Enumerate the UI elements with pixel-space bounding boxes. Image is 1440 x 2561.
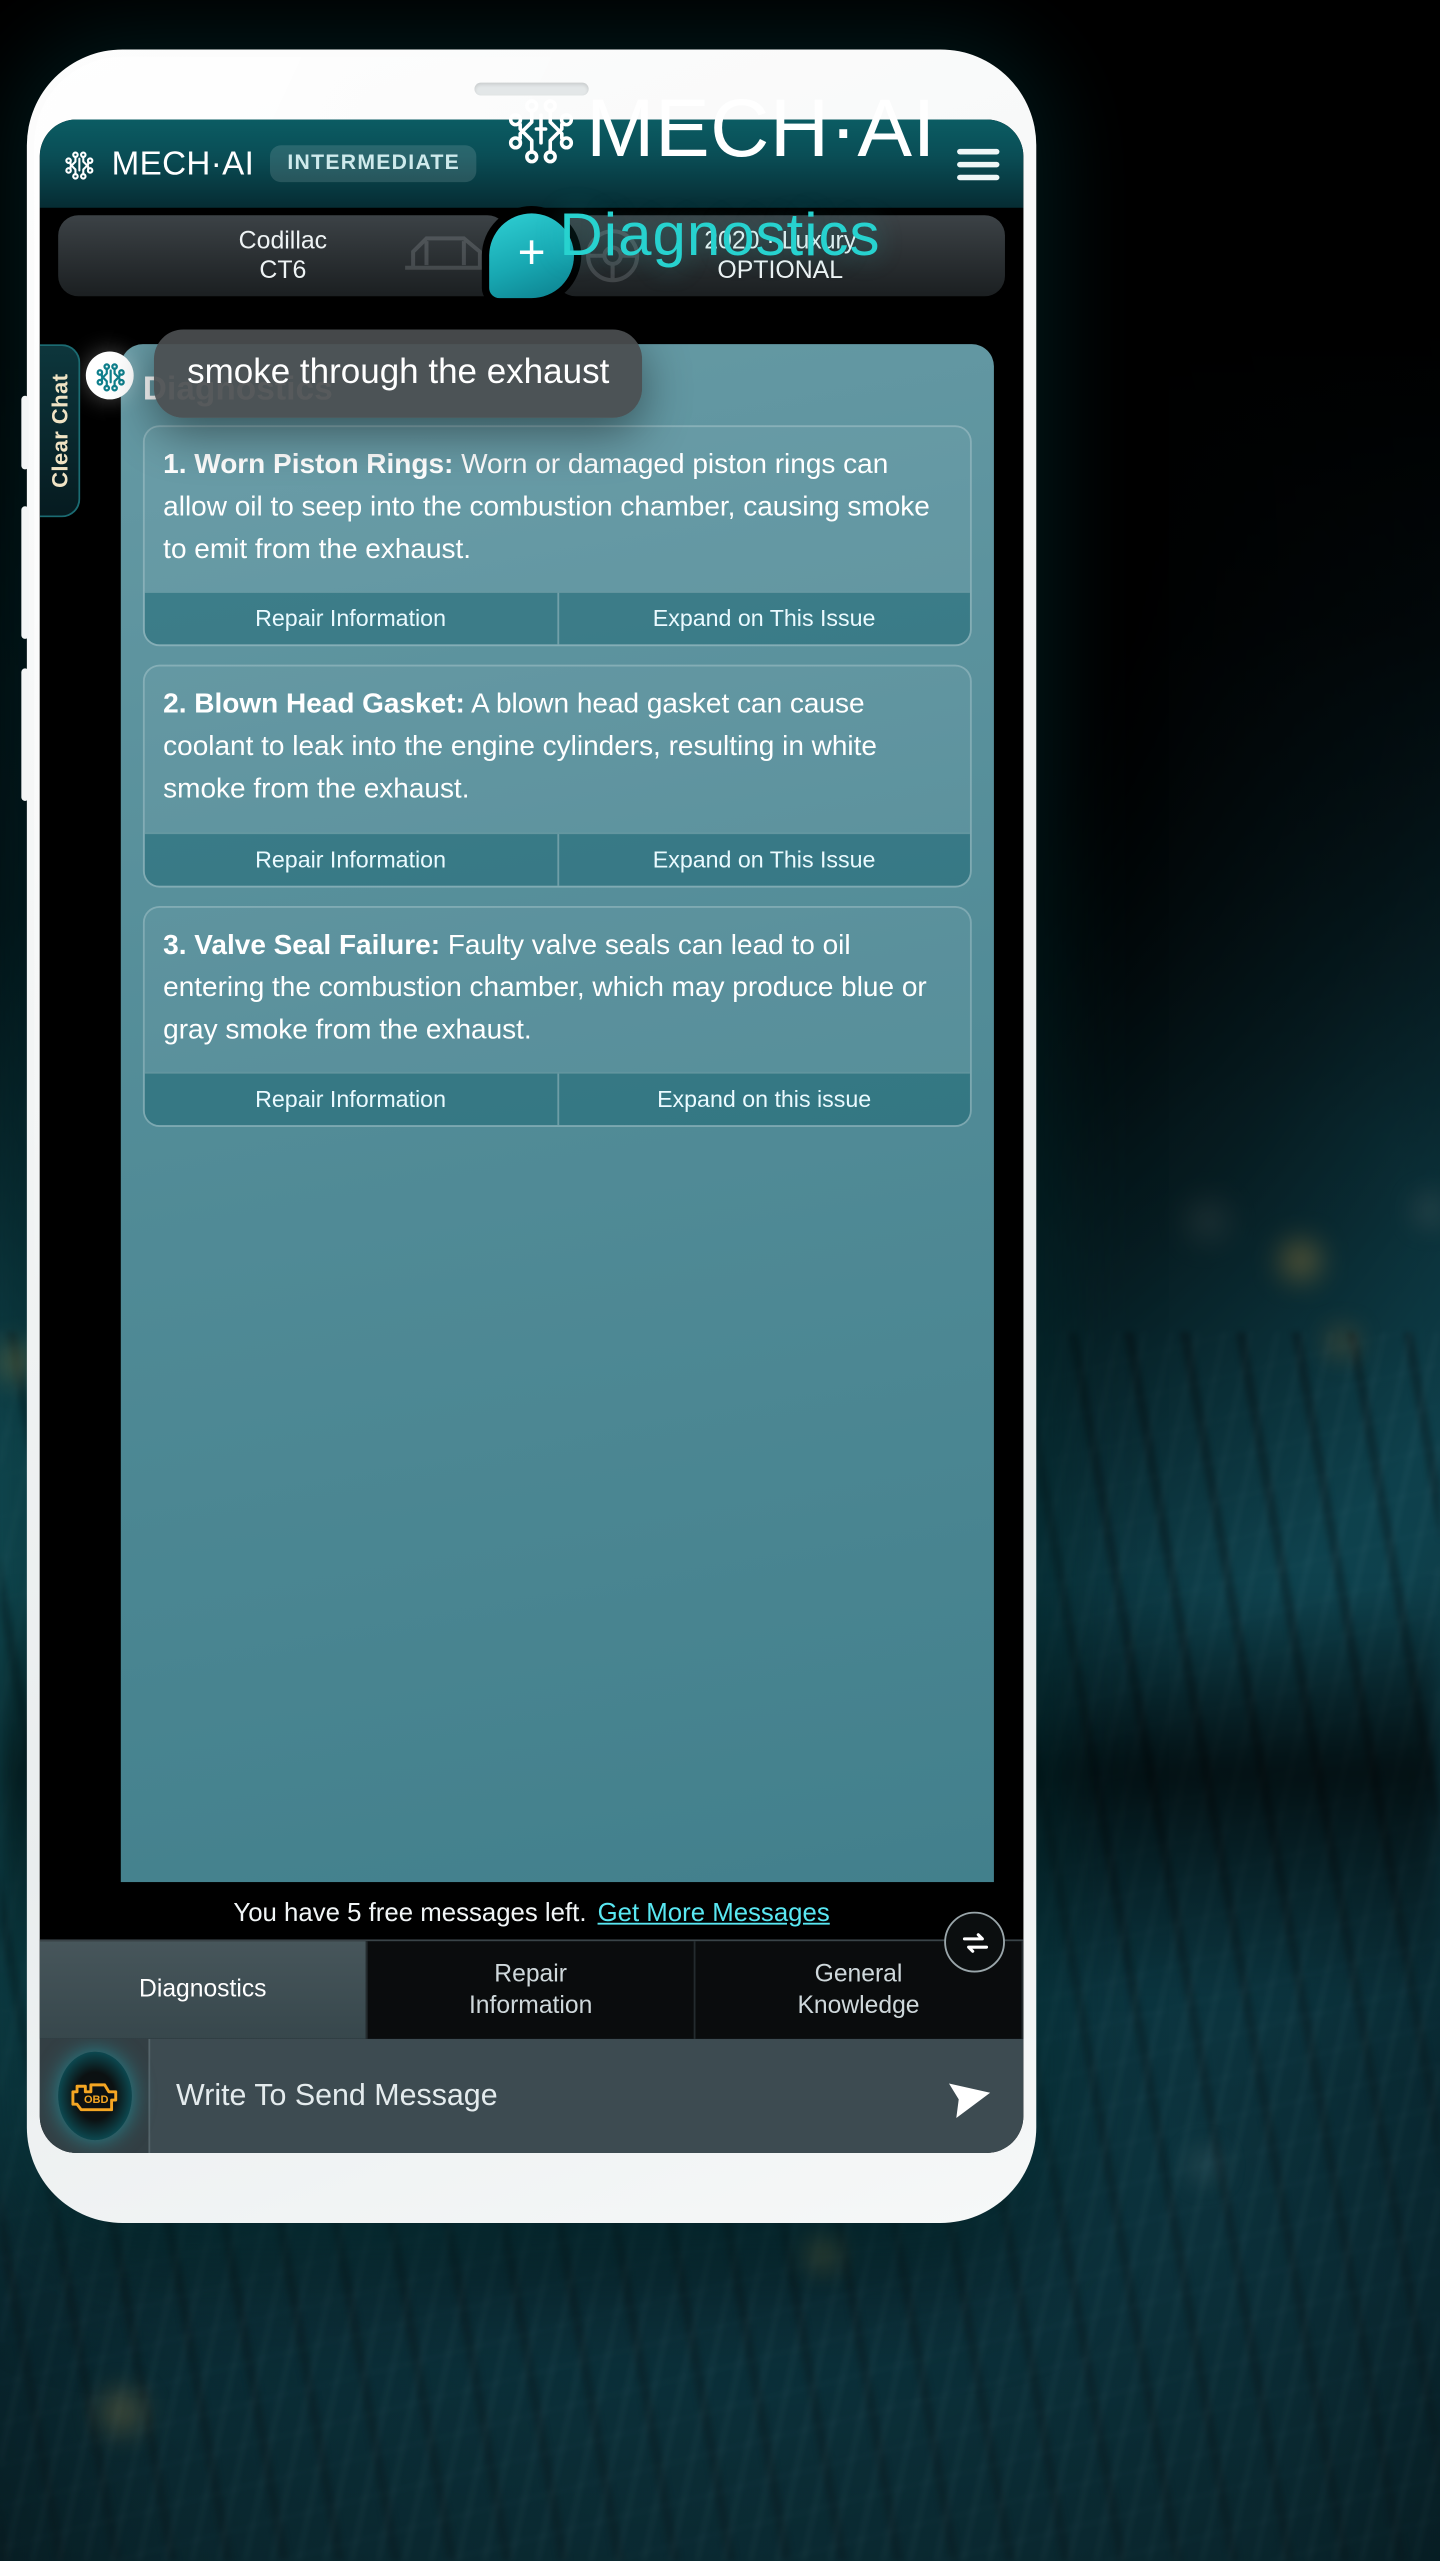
tab-repair-information[interactable]: Repair Information xyxy=(368,1941,696,2039)
issue-number: 2. xyxy=(163,689,187,721)
expand-issue-button[interactable]: Expand on this issue xyxy=(556,1073,970,1125)
tab-label: Repair Information xyxy=(468,1959,593,2018)
issue-actions: Repair Information Expand on This Issue xyxy=(144,831,970,885)
clear-chat-button[interactable]: Clear Chat xyxy=(39,344,81,518)
phone-side-button xyxy=(21,668,29,801)
assistant-message-card: Diagnostics 1. Worn Piston Rings: Worn o… xyxy=(120,344,994,1883)
get-more-messages-link[interactable]: Get More Messages xyxy=(598,1896,830,1925)
phone-screen: MECH·AI INTERMEDIATE Codillac CT6 + 2020… xyxy=(39,119,1024,2154)
tab-label: General Knowledge xyxy=(797,1959,920,2018)
issue-text: 1. Worn Piston Rings: Worn or damaged pi… xyxy=(145,427,970,591)
free-messages-text: You have 5 free messages left. xyxy=(233,1896,587,1926)
refresh-button[interactable] xyxy=(944,1911,1005,1973)
issue-heading: Valve Seal Failure: xyxy=(194,929,441,961)
obd-scan-button[interactable]: OBD xyxy=(39,2038,151,2154)
avatar xyxy=(85,351,134,400)
issue-text: 2. Blown Head Gasket: A blown head gaske… xyxy=(145,667,970,831)
expand-issue-button[interactable]: Expand on This Issue xyxy=(556,593,970,645)
diagnostic-issue-card: 1. Worn Piston Rings: Worn or damaged pi… xyxy=(142,425,972,647)
phone-mockup: MECH·AI INTERMEDIATE Codillac CT6 + 2020… xyxy=(21,49,1037,2224)
diagnostic-issue-card: 3. Valve Seal Failure: Faulty valve seal… xyxy=(142,905,972,1127)
chat-area: Clear Chat Diagnostics 1. xyxy=(39,303,1024,1883)
repair-information-button[interactable]: Repair Information xyxy=(145,833,557,885)
diagnostic-issue-card: 2. Blown Head Gasket: A blown head gaske… xyxy=(142,665,972,887)
brand-wordmark: MECH·AI xyxy=(586,83,936,174)
clear-chat-label: Clear Chat xyxy=(46,373,72,488)
message-input[interactable] xyxy=(150,2078,917,2114)
issue-number: 3. xyxy=(163,929,187,961)
issue-number: 1. xyxy=(163,449,187,481)
send-paper-plane-icon xyxy=(948,2082,990,2118)
circuit-node-icon xyxy=(95,362,124,391)
brand-header: MECH·AI Diagnostics xyxy=(0,88,1440,269)
issue-actions: Repair Information Expand on this issue xyxy=(144,1071,970,1125)
send-button[interactable] xyxy=(917,2071,1024,2121)
mode-tabs: Diagnostics Repair Information General K… xyxy=(39,1911,1024,2039)
tab-label: Diagnostics xyxy=(139,1974,267,2003)
issue-heading: Blown Head Gasket: xyxy=(194,689,465,721)
page-title: Diagnostics xyxy=(559,201,881,268)
repair-information-button[interactable]: Repair Information xyxy=(145,593,557,645)
refresh-loop-icon xyxy=(961,1932,988,1952)
tab-diagnostics[interactable]: Diagnostics xyxy=(39,1941,368,2039)
issue-actions: Repair Information Expand on This Issue xyxy=(144,591,970,645)
message-composer: OBD xyxy=(39,2038,1024,2154)
circuit-node-icon xyxy=(504,92,578,166)
issue-heading: Worn Piston Rings: xyxy=(194,449,454,481)
obd-engine-icon: OBD xyxy=(57,2051,131,2141)
phone-side-button xyxy=(21,395,29,470)
repair-information-button[interactable]: Repair Information xyxy=(145,1073,557,1125)
free-messages-notice: You have 5 free messages left. Get More … xyxy=(39,1882,1024,1940)
issue-text: 3. Valve Seal Failure: Faulty valve seal… xyxy=(145,907,970,1071)
brand-lockup: MECH·AI xyxy=(0,88,1440,170)
svg-text:OBD: OBD xyxy=(83,2094,108,2106)
expand-issue-button[interactable]: Expand on This Issue xyxy=(556,833,970,885)
floating-tooltip: smoke through the exhaust xyxy=(153,329,643,418)
phone-side-button xyxy=(21,506,29,639)
